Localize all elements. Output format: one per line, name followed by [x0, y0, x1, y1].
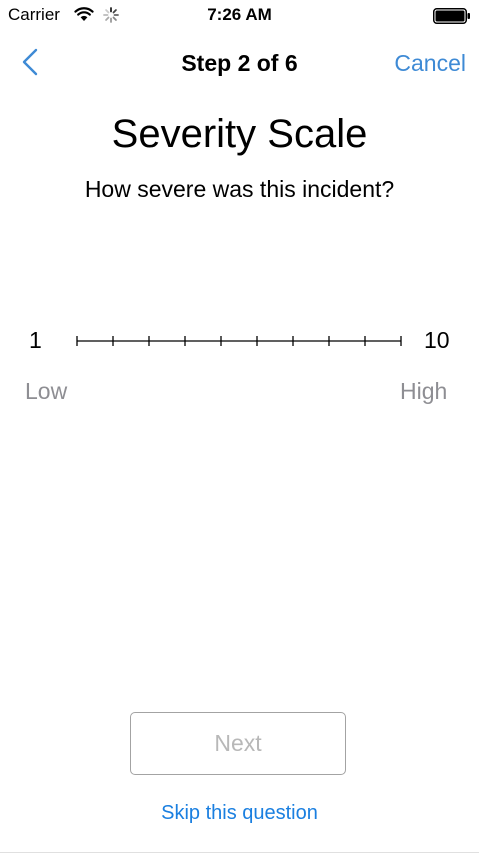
severity-scale-slider[interactable]	[75, 330, 403, 352]
question-text: How severe was this incident?	[84, 176, 395, 202]
screen: Carrier 7:26 AM Step 2 of 6 Cancel Sever…	[0, 0, 479, 853]
scale-max-value: 10	[424, 327, 450, 353]
status-time: 7:26 AM	[207, 5, 272, 24]
status-bar: Carrier 7:26 AM	[0, 0, 479, 32]
cancel-button[interactable]: Cancel	[394, 50, 466, 77]
battery-icon	[433, 8, 471, 29]
scale-low-label: Low	[25, 378, 68, 404]
skip-question-link[interactable]: Skip this question	[0, 802, 479, 825]
page-title: Severity Scale	[111, 112, 368, 156]
navigation-bar: Step 2 of 6 Cancel	[0, 32, 479, 94]
scale-min-value: 1	[29, 327, 42, 353]
next-button[interactable]: Next	[130, 712, 346, 775]
scale-high-label: High	[400, 378, 448, 404]
